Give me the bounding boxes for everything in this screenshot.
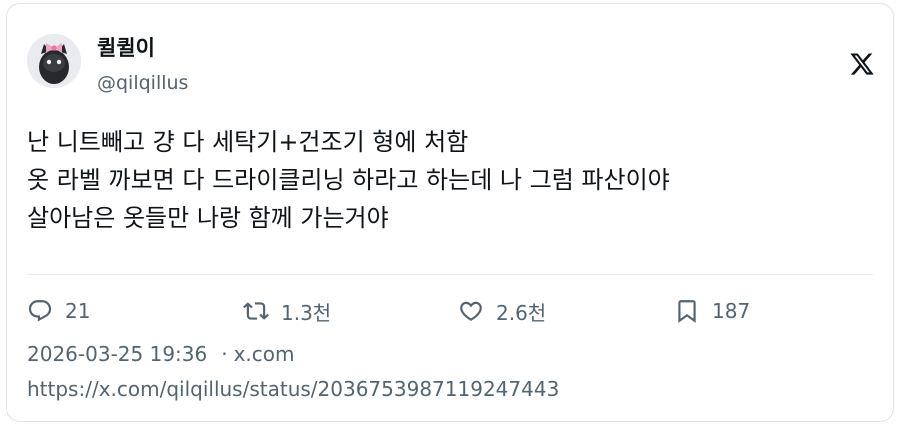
tweet-source[interactable]: x.com [234, 342, 295, 366]
like-button[interactable]: 2.6천 [458, 293, 546, 329]
avatar[interactable] [27, 34, 81, 88]
retweet-count: 1.3천 [281, 300, 332, 325]
tweet-meta: 2026-03-25 19:36 · x.com [27, 340, 295, 368]
tweet-card: 퀼퀼이 @qilqillus 난 니트빼고 걍 다 세탁기+건조기 형에 처함 … [6, 3, 894, 422]
x-logo-icon[interactable] [849, 51, 875, 77]
tweet-line: 옷 라벨 까보면 다 드라이클리닝 하라고 하는데 나 그럼 파산이야 [27, 166, 670, 194]
black-cat-with-pink-bow-icon [27, 34, 81, 88]
bookmark-count: 187 [712, 299, 751, 323]
meta-separator: · [221, 342, 228, 366]
tweet-text: 난 니트빼고 걍 다 세탁기+건조기 형에 처함 옷 라벨 까보면 다 드라이클… [27, 123, 877, 237]
display-name[interactable]: 퀼퀼이 [97, 34, 155, 62]
tweet-url-link[interactable]: https://x.com/qilqillus/status/203675398… [27, 375, 559, 403]
reply-button[interactable]: 21 [27, 293, 90, 329]
reply-count: 21 [65, 299, 91, 323]
retweet-icon [243, 302, 269, 320]
reply-icon [28, 300, 52, 322]
user-handle[interactable]: @qilqillus [97, 70, 188, 96]
tweet-timestamp[interactable]: 2026-03-25 19:36 [27, 342, 207, 366]
bookmark-icon [678, 300, 696, 323]
retweet-button[interactable]: 1.3천 [243, 293, 331, 329]
heart-icon [460, 301, 482, 321]
divider [27, 274, 873, 275]
bookmark-button[interactable]: 187 [674, 293, 750, 329]
like-count: 2.6천 [496, 300, 547, 325]
tweet-line: 난 니트빼고 걍 다 세탁기+건조기 형에 처함 [27, 128, 469, 156]
tweet-line: 살아남은 옷들만 나랑 함께 가는거야 [27, 204, 389, 232]
